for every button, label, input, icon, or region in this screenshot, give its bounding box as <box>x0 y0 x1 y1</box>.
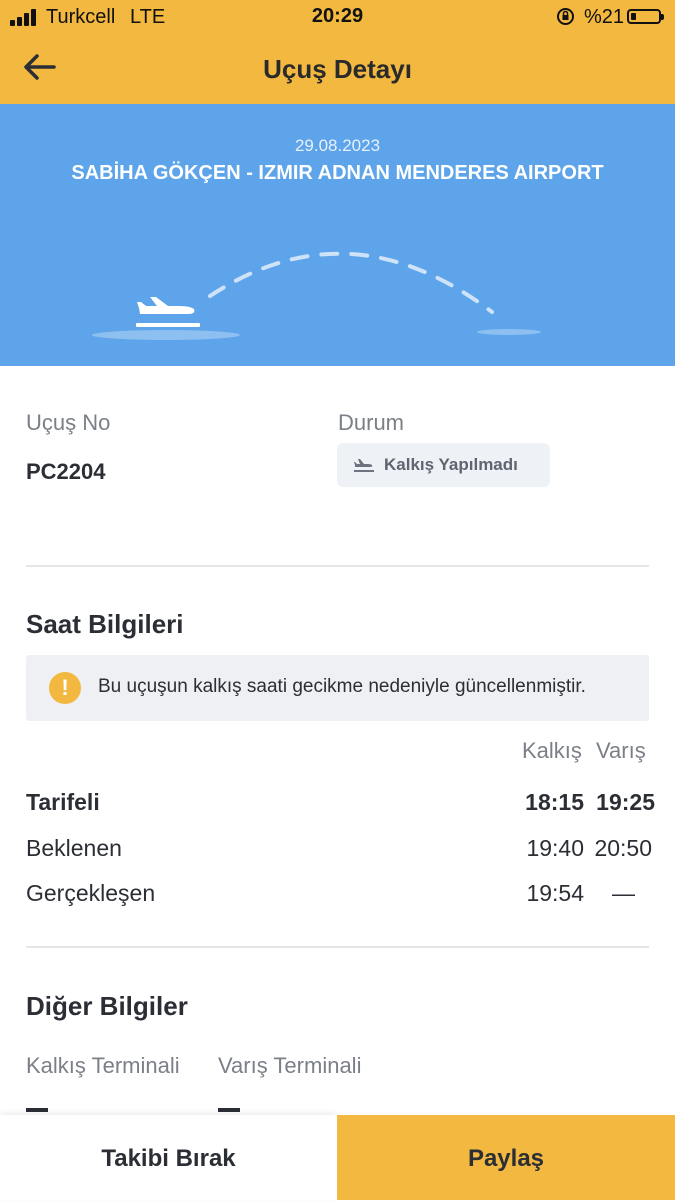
divider <box>26 946 649 948</box>
divider <box>26 565 649 567</box>
arrival-terminal-label: Varış Terminali <box>218 1053 362 1078</box>
scheduled-arrival: 19:25 <box>596 789 655 815</box>
delay-alert: ! Bu uçuşun kalkış saati gecikme nedeniy… <box>26 655 649 721</box>
plane-takeoff-icon <box>136 297 200 327</box>
flight-path-illustration <box>92 251 541 340</box>
flight-no-value: PC2204 <box>26 459 106 484</box>
page-title: Uçuş Detayı <box>263 54 412 84</box>
battery-icon <box>627 9 664 24</box>
expected-arrival: 20:50 <box>594 835 652 861</box>
departure-terminal-label: Kalkış Terminali <box>26 1053 180 1078</box>
expected-departure: 19:40 <box>526 835 584 861</box>
rotation-lock-icon <box>557 8 574 25</box>
warning-icon: ! <box>49 672 81 704</box>
scheduled-departure: 18:15 <box>525 789 584 815</box>
app-header: Turkcell LTE 20:29 %21 Uçuş Detayı <box>0 0 675 104</box>
destination-marker <box>477 329 541 335</box>
origin-shadow <box>92 330 240 340</box>
share-button[interactable]: Paylaş <box>337 1115 675 1200</box>
actual-departure: 19:54 <box>526 880 584 906</box>
bottom-action-bar: Takibi Bırak Paylaş <box>0 1115 675 1200</box>
row-label-expected: Beklenen <box>26 835 122 861</box>
col-arrival: Varış <box>596 738 646 763</box>
arrival-terminal-value <box>218 1108 240 1112</box>
row-label-actual: Gerçekleşen <box>26 880 156 906</box>
plane-icon <box>354 459 374 472</box>
departure-terminal-value <box>26 1108 48 1112</box>
status-label: Durum <box>338 410 405 435</box>
status-badge-text: Kalkış Yapılmadı <box>384 455 518 474</box>
battery-level <box>631 13 637 20</box>
unfollow-button[interactable]: Takibi Bırak <box>0 1115 337 1200</box>
other-info-title: Diğer Bilgiler <box>26 991 188 1021</box>
flight-no-label: Uçuş No <box>26 410 111 435</box>
delay-alert-text: Bu uçuşun kalkış saati gecikme nedeniyle… <box>98 676 586 697</box>
time-info-title: Saat Bilgileri <box>26 609 184 639</box>
col-departure: Kalkış <box>522 738 582 763</box>
battery-percent: %21 <box>584 6 625 28</box>
route-banner: 29.08.2023 SABİHA GÖKÇEN - IZMIR ADNAN M… <box>0 104 675 366</box>
row-label-scheduled: Tarifeli <box>26 789 100 815</box>
status-badge: Kalkış Yapılmadı <box>337 443 550 487</box>
actual-arrival: — <box>612 880 635 906</box>
status-bar: Turkcell LTE 20:29 %21 <box>0 0 675 34</box>
